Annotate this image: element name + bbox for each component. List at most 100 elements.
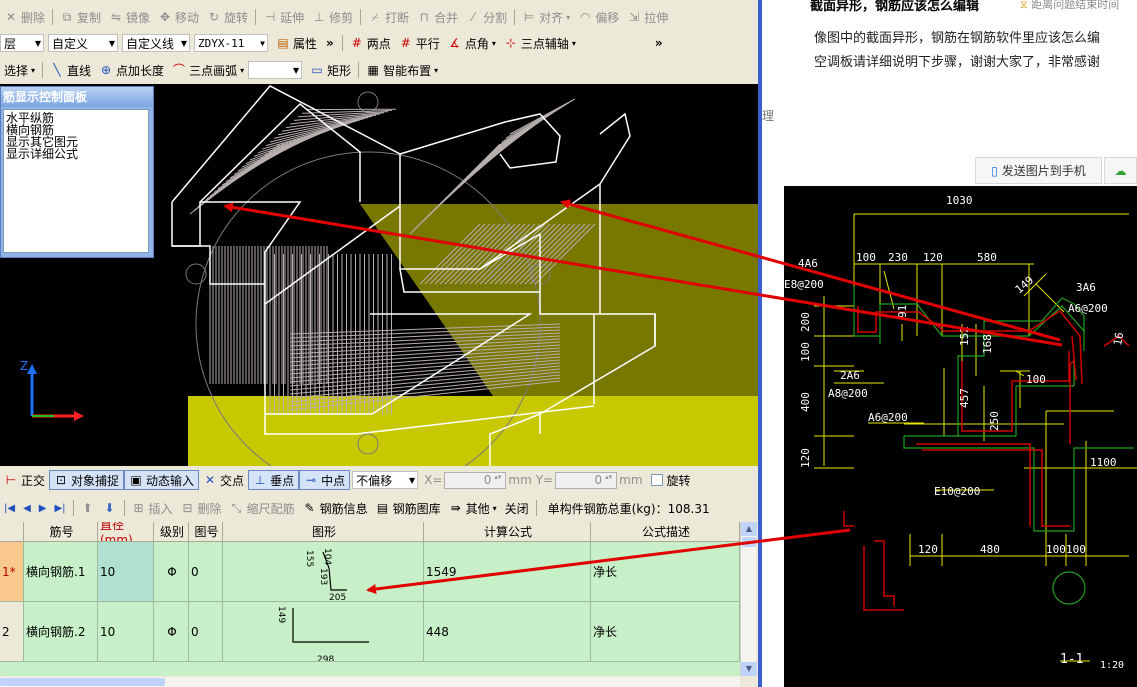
move-down-button[interactable]: ⬇ (99, 496, 121, 520)
grade-cell[interactable]: Φ (154, 542, 189, 602)
table-horizontal-scrollbar[interactable] (0, 677, 740, 687)
shape-cell[interactable]: 155 104 193 205 (223, 542, 424, 602)
two-point-button[interactable]: # 两点 (346, 31, 395, 55)
smart-layout-button[interactable]: ▦ 智能布置 ▾ (362, 58, 442, 82)
rebar-info-button[interactable]: ✎ 钢筋信息 (299, 496, 372, 520)
bar-name-cell[interactable]: 横向钢筋.2 (24, 602, 98, 662)
custom-select[interactable]: 自定义 ▼ (48, 34, 118, 52)
send-image-to-phone-button[interactable]: ▯ 发送图片到手机 (975, 157, 1102, 184)
formula-cell[interactable]: 1549 (424, 542, 591, 602)
close-button[interactable]: 关闭 (501, 496, 533, 520)
svg-text:4A6: 4A6 (798, 257, 818, 270)
svg-text:149: 149 (1013, 274, 1037, 297)
arc-mode-select[interactable]: ▼ (248, 61, 303, 79)
merge-tool[interactable]: ⊓ 合并 (413, 6, 462, 28)
line-type-select[interactable]: ZDYX-11 ▼ (194, 34, 268, 52)
three-point-arc-button[interactable]: ⌒ 三点画弧 ▾ (168, 58, 248, 82)
extend-tool[interactable]: ⊣ 延伸 (259, 6, 308, 28)
formula-desc-cell[interactable]: 净长 (591, 542, 740, 602)
ortho-toggle[interactable]: ⊢ 正交 (0, 470, 49, 490)
cloud-save-button[interactable]: ☁ (1104, 157, 1137, 184)
fig-no-cell[interactable]: 0 (189, 602, 223, 662)
question-body: 像图中的截面异形，钢筋在钢筋软件里应该怎么编 空调板请详细说明下步骤，谢谢大家了… (814, 31, 1101, 70)
col-grade[interactable]: 级别 (154, 522, 189, 542)
break-tool[interactable]: ⌿ 打断 (364, 6, 413, 28)
rebar-library-button[interactable]: ▤ 钢筋图库 (372, 496, 445, 520)
svg-text:E8@200: E8@200 (784, 278, 824, 291)
point-length-button[interactable]: ⊕ 点加长度 (95, 58, 168, 82)
copy-tool[interactable]: ⧉ 复制 (56, 6, 105, 28)
custom-line-select[interactable]: 自定义线 ▼ (122, 34, 190, 52)
bar-name-cell[interactable]: 横向钢筋.1 (24, 542, 98, 602)
mirror-tool[interactable]: ⇋ 镜像 (105, 6, 154, 28)
scroll-thumb[interactable] (742, 537, 756, 547)
row-index[interactable]: 1* (0, 542, 24, 602)
table-row[interactable]: 2 横向钢筋.2 10 Φ 0 149 298 448 净长 (0, 602, 740, 662)
next-record-button[interactable]: ▶ (35, 496, 51, 520)
y-coordinate-input[interactable]: 0 (555, 471, 618, 489)
move-tool[interactable]: ✥ 移动 (154, 6, 203, 28)
move-up-button[interactable]: ⬆ (77, 496, 99, 520)
object-snap-toggle[interactable]: ⊡ 对象捕捉 (49, 470, 125, 490)
table-row[interactable]: 1* 横向钢筋.1 10 Φ 0 155 104 193 205 1549 净长 (0, 542, 740, 602)
rebar-display-control-panel[interactable]: 筋显示控制面板 水平纵筋 横向钢筋 显示其它图元 显示详细公式 (0, 86, 154, 258)
col-formula-desc[interactable]: 公式描述 (591, 522, 740, 542)
scale-rebar-button[interactable]: ⤡ 缩尺配筋 (226, 496, 299, 520)
col-bar-no[interactable]: 筋号 (24, 522, 98, 542)
fig-no-cell[interactable]: 0 (189, 542, 223, 602)
split-tool[interactable]: ⁄ 分割 (462, 6, 511, 28)
hscroll-thumb[interactable] (0, 678, 165, 686)
cad-canvas: 1030 100 230 120 580 149 16 4A6 E8@200 3… (784, 194, 1137, 671)
line-button[interactable]: ╲ 直线 (46, 58, 95, 82)
col-formula[interactable]: 计算公式 (424, 522, 591, 542)
rotate-tool[interactable]: ↻ 旋转 (203, 6, 252, 28)
intersection-snap[interactable]: ✕ 交点 (199, 470, 248, 490)
offset-mode-select[interactable]: 不偏移 ▼ (352, 471, 419, 489)
dynamic-input-toggle[interactable]: ▣ 动态输入 (124, 470, 200, 490)
midpoint-snap[interactable]: ⊸ 中点 (299, 470, 351, 490)
clock-icon: ⧖ (1020, 0, 1032, 11)
toolbar-overflow-chevron-2[interactable]: » (650, 36, 668, 50)
align-tool[interactable]: ⊨ 对齐 ▾ (518, 6, 574, 28)
parallel-button[interactable]: # 平行 (395, 31, 444, 55)
delete-tool[interactable]: ✕ 删除 (0, 6, 49, 28)
toolbar-overflow-chevron[interactable]: » (321, 36, 339, 50)
formula-desc-cell[interactable]: 净长 (591, 602, 740, 662)
3d-viewport[interactable]: 筋显示控制面板 水平纵筋 横向钢筋 显示其它图元 显示详细公式 Z (0, 84, 758, 466)
last-record-button[interactable]: ▶| (50, 496, 69, 520)
x-coordinate-input[interactable]: 0 (444, 471, 507, 489)
diameter-cell[interactable]: 10 (98, 542, 154, 602)
point-angle-button[interactable]: ∡ 点角 ▾ (444, 31, 500, 55)
scroll-up-icon[interactable]: ▲ (741, 522, 757, 536)
svg-text:1100: 1100 (1090, 456, 1117, 469)
formula-cell[interactable]: 448 (424, 602, 591, 662)
trim-tool[interactable]: ⊥ 修剪 (308, 6, 357, 28)
scroll-down-icon[interactable]: ▼ (741, 662, 757, 676)
col-fig-no[interactable]: 图号 (189, 522, 223, 542)
insert-button[interactable]: ⊞ 插入 (128, 496, 177, 520)
row-index[interactable]: 2 (0, 602, 24, 662)
select-button[interactable]: 选择 ▾ (0, 58, 39, 82)
diameter-cell[interactable]: 10 (98, 602, 154, 662)
first-record-button[interactable]: |◀ (0, 496, 19, 520)
other-menu-button[interactable]: ⇛ 其他 ▾ (445, 496, 501, 520)
prev-record-button[interactable]: ◀ (19, 496, 35, 520)
rectangle-button[interactable]: ▭ 矩形 (306, 58, 355, 82)
table-vertical-scrollbar[interactable]: ▲ ▼ (740, 522, 757, 676)
grade-cell[interactable]: Φ (154, 602, 189, 662)
offset-tool[interactable]: ◠ 偏移 (574, 6, 623, 28)
col-diameter[interactable]: 直径(mm) (98, 522, 154, 542)
delete-row-button[interactable]: ⊟ 删除 (177, 496, 226, 520)
col-shape[interactable]: 图形 (223, 522, 424, 542)
shape-cell[interactable]: 149 298 (223, 602, 424, 662)
arc-icon: ⌒ (173, 63, 186, 77)
rotate-checkbox[interactable] (650, 474, 663, 486)
three-point-aux-button[interactable]: ⊹ 三点辅轴 ▾ (500, 31, 580, 55)
properties-button[interactable]: ▤ 属性 (272, 31, 321, 55)
stretch-tool[interactable]: ⇲ 拉伸 (623, 6, 672, 28)
perpendicular-snap[interactable]: ⊥ 垂点 (248, 470, 300, 490)
layer-select[interactable]: 层 ▼ (0, 34, 44, 52)
control-item-show-formula[interactable]: 显示详细公式 (6, 148, 146, 160)
slab-plane-front (188, 396, 758, 466)
edit-toolbar: ✕ 删除 ⧉ 复制 ⇋ 镜像 ✥ 移动 ↻ 旋转 ⊣ 延伸 ⊥ 修剪 ⌿ 打断 ⊓ 合并 ⁄ 分割 … (0, 6, 760, 28)
